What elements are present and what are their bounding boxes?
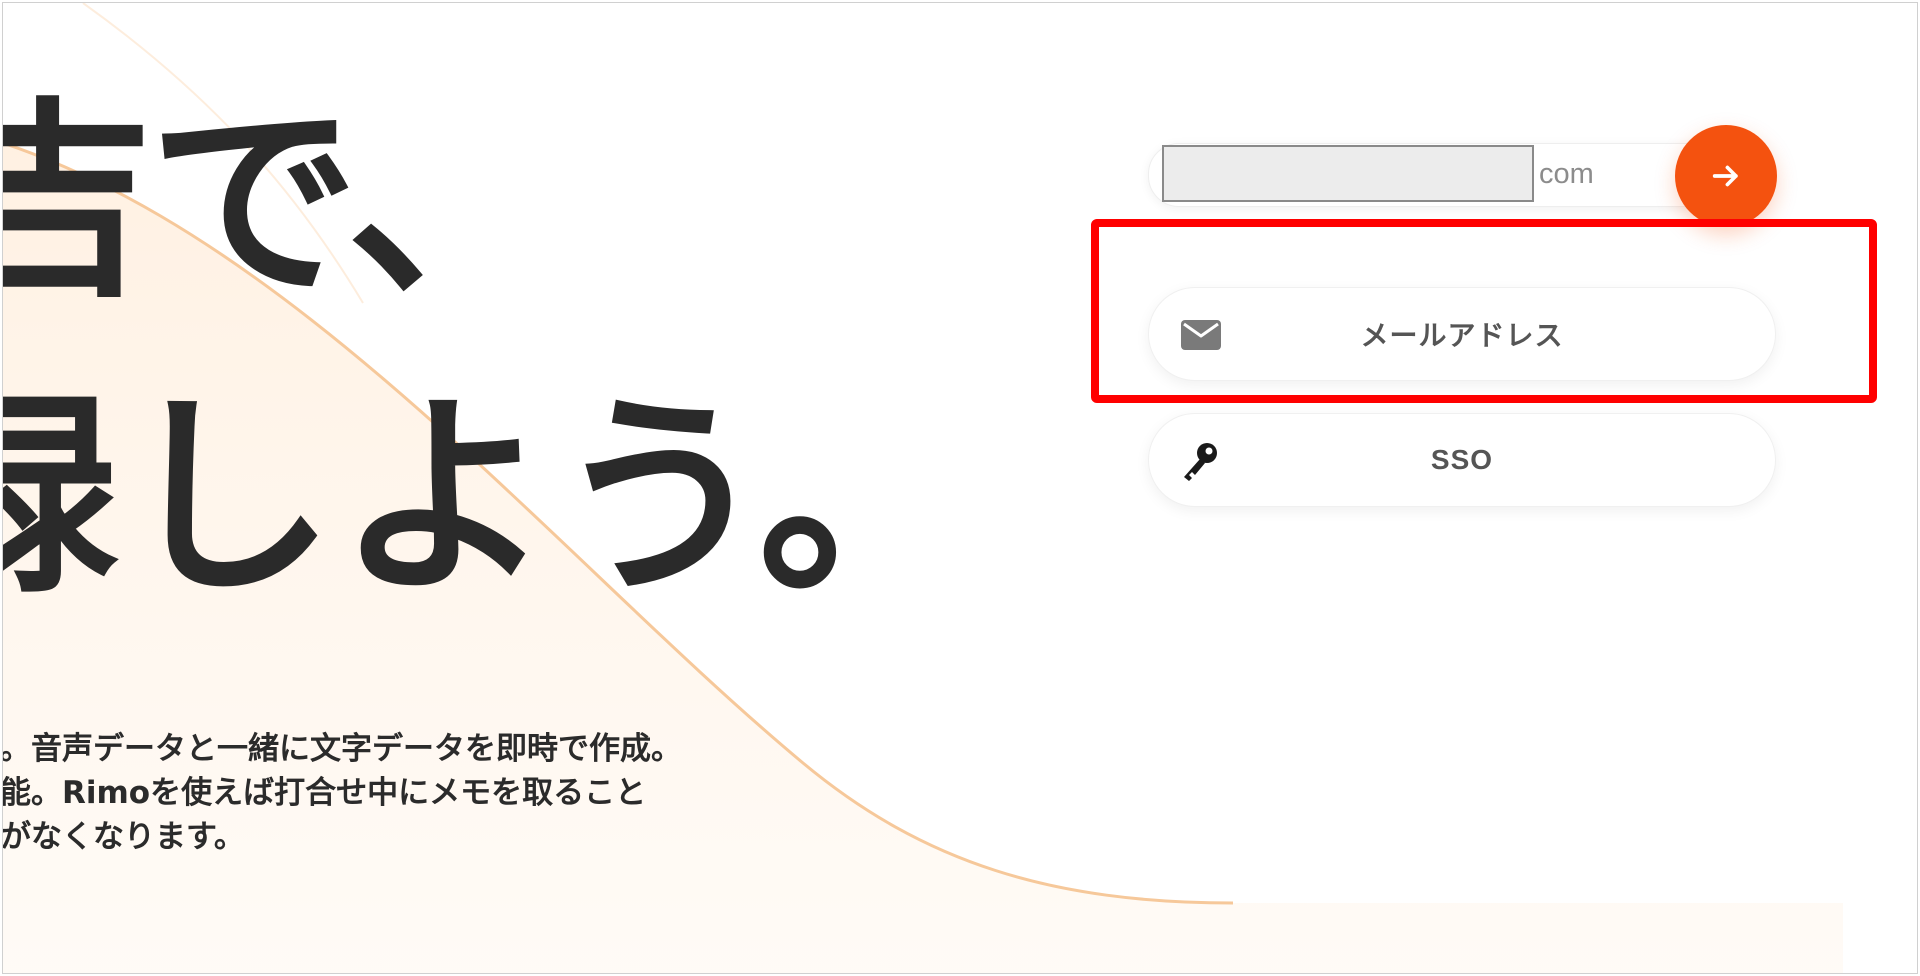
hero-description: と。音声データと一緒に文字データを即時で作成。 可能。Rimoを使えば打合せ中に… [2, 727, 682, 859]
hero-heading-line1: 吉で、 [2, 80, 557, 325]
page-frame: 吉で、 録しよう。 と。音声データと一緒に文字データを即時で作成。 可能。Rim… [2, 2, 1918, 974]
sso-login-button[interactable]: SSO [1148, 413, 1776, 507]
email-login-row: com [1148, 143, 1750, 207]
hero-description-line: と。音声データと一緒に文字データを即時で作成。 [2, 731, 682, 767]
sso-login-label: SSO [1430, 444, 1494, 475]
email-address-login-label: メールアドレス [1360, 320, 1564, 351]
hero-description-line: 可能。Rimoを使えば打合せ中にメモを取ること [2, 775, 647, 811]
hero-heading-line2: 録しよう。 [2, 372, 976, 623]
email-input[interactable] [1162, 145, 1534, 202]
email-domain-suffix: com [1539, 158, 1594, 190]
arrow-right-icon [1712, 165, 1738, 187]
email-address-login-button[interactable]: メールアドレス [1148, 287, 1776, 381]
submit-button[interactable] [1675, 125, 1777, 227]
hero-description-line: とがなくなります。 [2, 819, 245, 855]
